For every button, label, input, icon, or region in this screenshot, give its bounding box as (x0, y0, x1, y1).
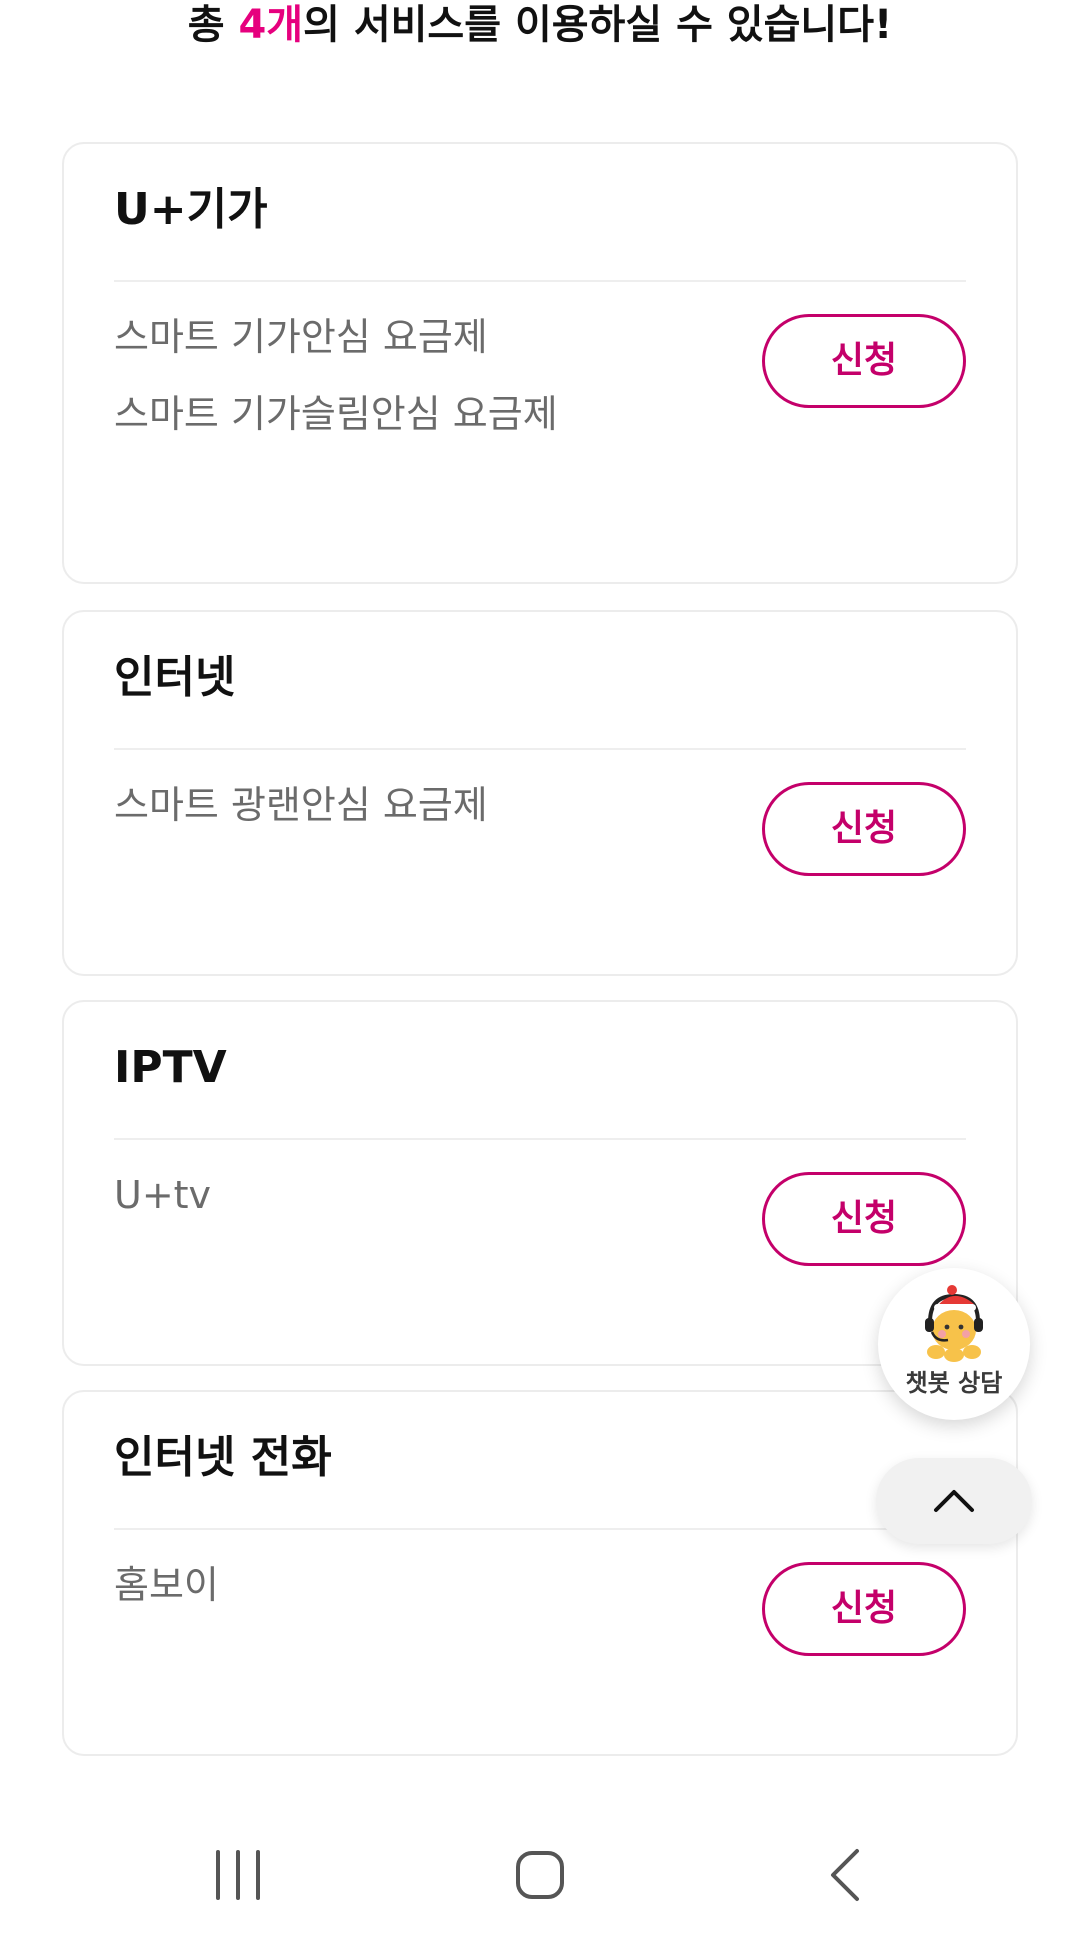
service-card-title: 인터넷 전화 (114, 1432, 332, 1483)
service-card-ugiga: U+기가 스마트 기가안심 요금제 스마트 기가슬림안심 요금제 신청 (62, 142, 1018, 584)
home-button[interactable] (495, 1840, 585, 1910)
recent-apps-button[interactable] (193, 1840, 283, 1910)
chatbot-label: 챗봇 상담 (905, 1369, 1003, 1397)
home-icon (495, 1840, 585, 1910)
service-card-title: 인터넷 (114, 652, 236, 703)
plan-item: U+tv (114, 1173, 212, 1217)
back-icon (800, 1840, 890, 1910)
scroll-top-button[interactable] (876, 1458, 1032, 1544)
headline-prefix: 총 (187, 2, 239, 48)
system-navigation-bar (0, 1810, 1080, 1942)
apply-button-internet[interactable]: 신청 (762, 782, 966, 876)
service-card-title: IPTV (114, 1042, 227, 1093)
service-card-internet: 인터넷 스마트 광랜안심 요금제 신청 (62, 610, 1018, 976)
plan-item: 홈보이 (114, 1563, 219, 1607)
card-divider (114, 280, 966, 282)
service-card-title: U+기가 (114, 184, 268, 235)
headline-suffix: 의 서비스를 이용하실 수 있습니다! (303, 2, 893, 48)
plan-list: 홈보이 (114, 1560, 219, 1637)
plan-list: 스마트 기가안심 요금제 스마트 기가슬림안심 요금제 (114, 312, 558, 466)
plan-list: U+tv (114, 1170, 211, 1247)
apply-button-internet-phone[interactable]: 신청 (762, 1562, 966, 1656)
apply-button-iptv[interactable]: 신청 (762, 1172, 966, 1266)
service-card-internet-phone: 인터넷 전화 홈보이 신청 (62, 1390, 1018, 1756)
card-divider (114, 1138, 966, 1140)
service-card-iptv: IPTV U+tv 신청 (62, 1000, 1018, 1366)
plan-list: 스마트 광랜안심 요금제 (114, 780, 488, 857)
back-button[interactable] (800, 1840, 890, 1910)
card-divider (114, 748, 966, 750)
page-headline: 총 4개의 서비스를 이용하실 수 있습니다! (0, 0, 1080, 50)
service-count: 4개 (238, 2, 304, 48)
apply-button-ugiga[interactable]: 신청 (762, 314, 966, 408)
recent-apps-icon (193, 1840, 283, 1910)
chatbot-button[interactable]: 챗봇 상담 (878, 1268, 1030, 1420)
plan-item: 스마트 기가슬림안심 요금제 (114, 392, 558, 436)
plan-item: 스마트 광랜안심 요금제 (114, 783, 488, 827)
plan-item: 스마트 기가안심 요금제 (114, 315, 488, 359)
card-divider (114, 1528, 966, 1530)
